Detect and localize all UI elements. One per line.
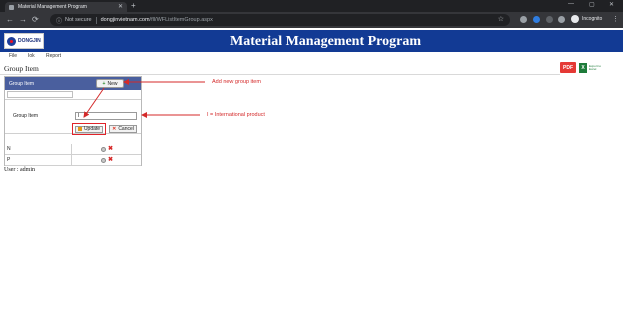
reload-icon[interactable]: ⟳ — [32, 15, 39, 25]
new-button[interactable]: + New — [96, 79, 124, 88]
cancel-icon: ✕ — [112, 126, 117, 132]
maximize-icon[interactable]: ▢ — [589, 1, 595, 8]
cell-divider — [71, 155, 72, 166]
extension-icon[interactable] — [533, 16, 540, 23]
browser-toolbar: ← → ⟳ ⓘ Not secure dongjinvietnam.com /f… — [0, 12, 623, 28]
extension-icon[interactable] — [546, 16, 553, 23]
browser-tabstrip: Material Management Program ✕ + — ▢ ✕ — [0, 0, 623, 12]
profile-button[interactable]: Incognito — [571, 15, 602, 23]
update-highlight: Update — [72, 123, 106, 135]
update-button[interactable]: Update — [75, 125, 103, 133]
grid-header: Group Item + New — [5, 77, 141, 90]
row-code: N — [7, 146, 11, 152]
delete-icon[interactable]: ✖ — [108, 156, 113, 163]
address-bar[interactable]: ⓘ Not secure dongjinvietnam.com /fll/WFL… — [50, 14, 510, 26]
edit-field-label: Group Item — [13, 113, 39, 119]
pdf-export-icon[interactable]: PDF — [560, 62, 576, 73]
save-icon — [77, 127, 82, 131]
delete-icon[interactable]: ✖ — [108, 145, 113, 152]
excel-export-label[interactable]: Export to Excel — [589, 64, 601, 71]
add-icon: + — [102, 80, 106, 87]
incognito-icon — [571, 15, 579, 23]
cancel-button-label: Cancel — [118, 126, 134, 132]
bookmark-star-icon[interactable]: ☆ — [498, 15, 504, 23]
page-title: Group Item — [4, 64, 39, 73]
table-row: N ✖ — [5, 144, 141, 155]
favicon-icon — [9, 4, 14, 10]
cell-divider — [71, 144, 72, 155]
browser-tab[interactable]: Material Management Program ✕ — [5, 2, 127, 12]
group-item-grid: Group Item + New Group Item I Update ✕ C… — [4, 76, 142, 166]
more-menu-icon[interactable]: ⋮ — [612, 15, 619, 23]
window-close-icon[interactable]: ✕ — [609, 1, 614, 8]
update-button-label: Update — [83, 126, 101, 132]
url-path: /fll/WFListItemGroup.aspx — [149, 17, 213, 23]
group-item-input[interactable]: I — [75, 112, 137, 120]
annotation-new: Add new group item — [212, 79, 261, 85]
heading-divider — [0, 74, 560, 75]
new-tab-icon[interactable]: + — [131, 1, 136, 10]
user-status: User : admin — [4, 167, 35, 173]
forward-icon[interactable]: → — [19, 15, 27, 25]
row-code: P — [7, 157, 11, 163]
minimize-icon[interactable]: — — [568, 1, 574, 7]
cancel-button[interactable]: ✕ Cancel — [109, 125, 137, 133]
table-row: P ✖ — [5, 155, 141, 166]
menu-file[interactable]: File — [9, 53, 17, 59]
extension-icon[interactable] — [520, 16, 527, 23]
filter-row — [5, 90, 141, 100]
puzzle-icon[interactable] — [558, 16, 565, 23]
menu-report[interactable]: Report — [46, 53, 61, 59]
export-toolbar: PDF X Export to Excel — [560, 62, 601, 73]
security-label: Not secure — [65, 17, 92, 23]
app-title: Material Management Program — [230, 34, 422, 49]
filter-input[interactable] — [7, 91, 73, 98]
edit-icon[interactable] — [101, 147, 106, 152]
edit-icon[interactable] — [101, 158, 106, 163]
new-button-label: New — [107, 80, 118, 87]
logo-mark-icon — [7, 36, 16, 46]
excel-export-icon[interactable]: X — [579, 62, 587, 73]
annotation-edit: I = International product — [207, 112, 265, 118]
profile-label: Incognito — [582, 16, 603, 22]
omnibox-divider — [95, 16, 97, 24]
tab-close-icon[interactable]: ✕ — [118, 3, 123, 10]
grid-header-label: Group Item — [9, 81, 35, 87]
company-logo: DONGJIN — [4, 33, 44, 49]
url-host: dongjinvietnam.com — [100, 17, 150, 23]
back-icon[interactable]: ← — [6, 15, 14, 25]
tab-title: Material Management Program — [18, 4, 87, 10]
menu-iok[interactable]: Iok — [28, 53, 35, 59]
logo-text: DONGJIN — [18, 38, 41, 44]
warning-icon[interactable]: ⓘ — [56, 16, 62, 25]
menu-bar: File Iok Report — [0, 52, 623, 61]
edit-row: Group Item I Update ✕ Cancel — [5, 100, 141, 135]
